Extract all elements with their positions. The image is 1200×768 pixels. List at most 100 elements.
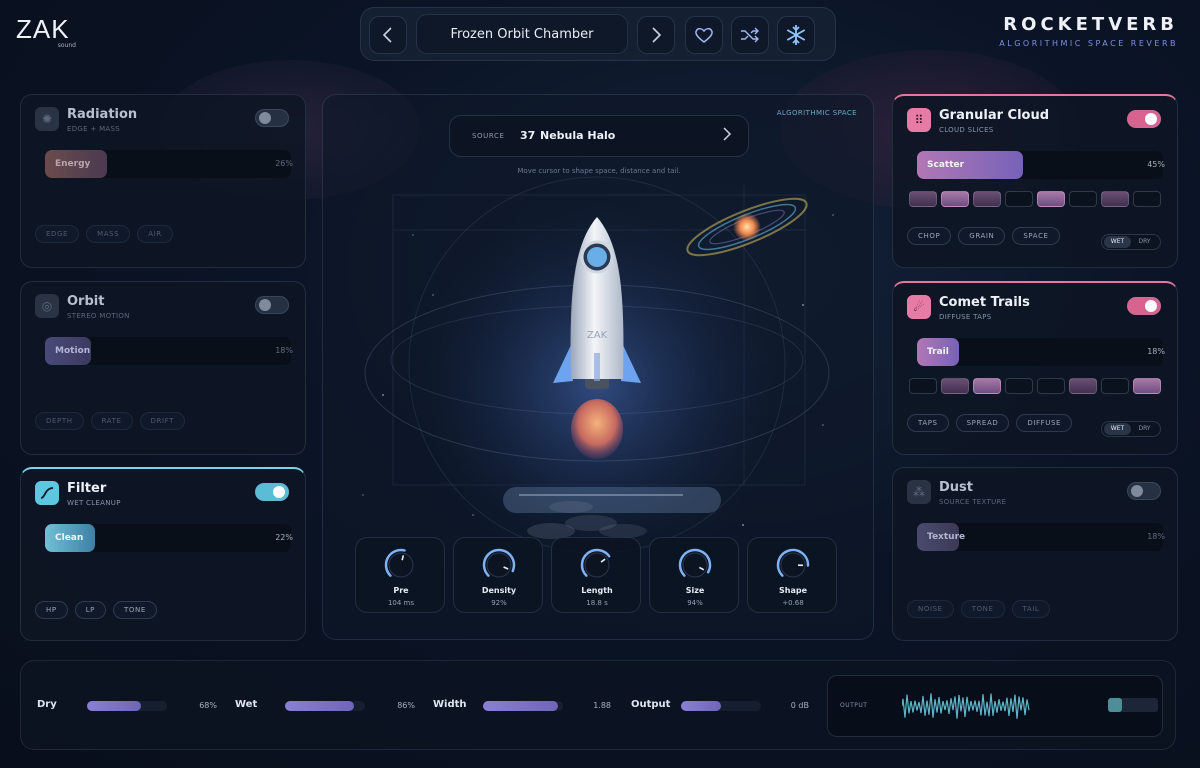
mix-label: Width — [433, 699, 467, 710]
module-enable-toggle[interactable] — [1127, 297, 1161, 315]
chip-chop[interactable]: CHOP — [907, 227, 952, 245]
width-control[interactable]: Width 1.88 — [433, 699, 613, 713]
chip-noise[interactable]: NOISE — [907, 600, 954, 618]
module-enable-toggle[interactable] — [1127, 482, 1161, 500]
output-level-meter — [1108, 698, 1158, 712]
chip-drift[interactable]: DRIFT — [139, 412, 186, 430]
favorite-button[interactable] — [685, 16, 723, 54]
knob-dial[interactable] — [578, 546, 616, 584]
step[interactable] — [941, 378, 969, 394]
step[interactable] — [909, 378, 937, 394]
step[interactable] — [1037, 191, 1065, 207]
step[interactable] — [909, 191, 937, 207]
next-preset-button[interactable] — [637, 16, 675, 54]
output-slider[interactable] — [681, 701, 761, 711]
source-selector[interactable]: SOURCE 37 Nebula Halo — [449, 115, 749, 157]
module-granular-cloud: ⠿ Granular Cloud CLOUD SLICES Scatter 45… — [892, 94, 1178, 268]
module-subtitle: STEREO MOTION — [67, 312, 130, 320]
dry-control[interactable]: Dry 68% — [37, 699, 219, 713]
output-control[interactable]: Output 0 dB — [631, 699, 811, 713]
knob-dial[interactable] — [480, 546, 518, 584]
step[interactable] — [1005, 378, 1033, 394]
randomize-button[interactable] — [731, 16, 769, 54]
slider-value: 18% — [1147, 532, 1165, 541]
chip-hp[interactable]: HP — [35, 601, 68, 619]
step[interactable] — [1101, 191, 1129, 207]
freeze-button[interactable] — [777, 16, 815, 54]
motion-slider[interactable]: Motion 18% — [45, 337, 293, 365]
slider-fill: Trail — [917, 338, 959, 366]
chip-group: CHOP GRAIN SPACE — [907, 227, 1060, 245]
knob-pre[interactable]: Pre 104 ms — [355, 537, 445, 613]
wet-control[interactable]: Wet 86% — [235, 699, 417, 713]
wet-option[interactable]: WET — [1104, 423, 1131, 435]
step[interactable] — [1101, 378, 1129, 394]
step[interactable] — [973, 191, 1001, 207]
knob-dial[interactable] — [382, 546, 420, 584]
chip-tone[interactable]: TONE — [960, 600, 1005, 618]
wet-dry-switch[interactable]: WET DRY — [1101, 421, 1161, 437]
knob-size[interactable]: Size 94% — [649, 537, 739, 613]
brand-logo: ZAK sound — [16, 16, 82, 49]
step[interactable] — [941, 191, 969, 207]
wet-option[interactable]: WET — [1104, 236, 1131, 248]
chip-taps[interactable]: TAPS — [907, 414, 949, 432]
step[interactable] — [1133, 191, 1161, 207]
module-enable-toggle[interactable] — [255, 296, 289, 314]
module-enable-toggle[interactable] — [1127, 110, 1161, 128]
chip-tone[interactable]: TONE — [113, 601, 157, 619]
knob-value: 18.8 s — [586, 599, 608, 607]
width-slider[interactable] — [483, 701, 563, 711]
step[interactable] — [973, 378, 1001, 394]
knob-dial[interactable] — [774, 546, 812, 584]
energy-slider[interactable]: Energy 26% — [45, 150, 293, 178]
dry-option[interactable]: DRY — [1131, 236, 1158, 248]
output-meter-panel: OUTPUT — [827, 675, 1163, 737]
knob-label: Length — [581, 586, 613, 595]
step[interactable] — [1133, 378, 1161, 394]
chip-spread[interactable]: SPREAD — [955, 414, 1010, 432]
chip-rate[interactable]: RATE — [90, 412, 133, 430]
module-enable-toggle[interactable] — [255, 483, 289, 501]
chip-tail[interactable]: TAIL — [1011, 600, 1051, 618]
chip-edge[interactable]: EDGE — [35, 225, 80, 243]
dry-option[interactable]: DRY — [1131, 423, 1158, 435]
chip-mass[interactable]: MASS — [86, 225, 131, 243]
module-subtitle: DIFFUSE TAPS — [939, 313, 992, 321]
prev-preset-button[interactable] — [369, 16, 407, 54]
module-radiation: ✺ Radiation EDGE + MASS Energy 26% EDGE … — [20, 94, 306, 268]
chip-air[interactable]: AIR — [137, 225, 173, 243]
chip-grain[interactable]: GRAIN — [958, 227, 1006, 245]
step[interactable] — [1037, 378, 1065, 394]
step[interactable] — [1069, 378, 1097, 394]
space-stage[interactable]: ZAK ALGORITHMIC SPACE SOURCE 37 Nebula H… — [322, 94, 874, 640]
knob-label: Shape — [778, 586, 807, 595]
slider-value: 26% — [275, 159, 293, 168]
chip-lp[interactable]: LP — [74, 601, 107, 619]
module-filter: Filter WET CLEANUP Clean 22% HP LP TONE — [20, 467, 306, 641]
chip-space[interactable]: SPACE — [1012, 227, 1060, 245]
knob-length[interactable]: Length 18.8 s — [551, 537, 641, 613]
preset-name-display[interactable]: Frozen Orbit Chamber — [416, 14, 628, 54]
chip-diffuse[interactable]: DIFFUSE — [1016, 414, 1073, 432]
step[interactable] — [1069, 191, 1097, 207]
knob-value: 92% — [491, 599, 507, 607]
trail-slider[interactable]: Trail 18% — [917, 338, 1165, 366]
output-label: OUTPUT — [840, 702, 868, 709]
wet-slider[interactable] — [285, 701, 365, 711]
chevron-right-icon[interactable] — [722, 125, 732, 148]
clean-slider[interactable]: Clean 22% — [45, 524, 293, 552]
knob-density[interactable]: Density 92% — [453, 537, 543, 613]
knob-dial[interactable] — [676, 546, 714, 584]
mix-label: Dry — [37, 699, 57, 710]
texture-slider[interactable]: Texture 18% — [917, 523, 1165, 551]
module-enable-toggle[interactable] — [255, 109, 289, 127]
snowflake-icon — [786, 25, 806, 45]
slider-value: 18% — [275, 346, 293, 355]
knob-shape[interactable]: Shape +0.68 — [747, 537, 837, 613]
step[interactable] — [1005, 191, 1033, 207]
dry-slider[interactable] — [87, 701, 167, 711]
scatter-slider[interactable]: Scatter 45% — [917, 151, 1165, 179]
chip-depth[interactable]: DEPTH — [35, 412, 84, 430]
wet-dry-switch[interactable]: WET DRY — [1101, 234, 1161, 250]
